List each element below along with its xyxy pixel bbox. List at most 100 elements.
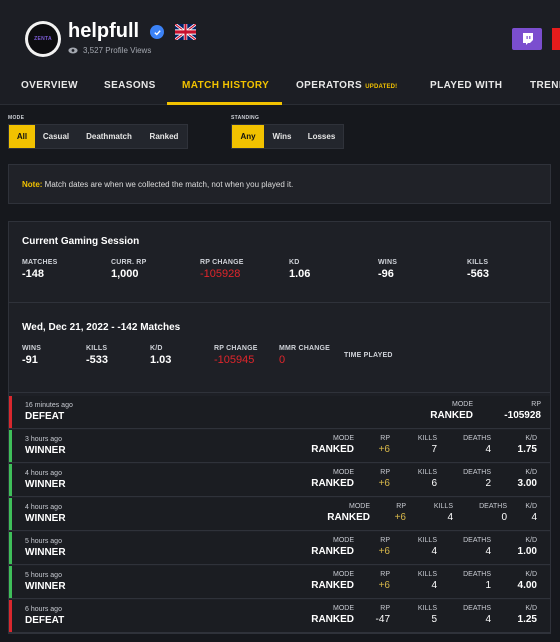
match-time: 5 hours ago [25,572,62,579]
match-row[interactable]: 16 minutes ago DEFEAT MODE RANKED RP -1059… [9,396,550,429]
mode-filter: All Casual Deathmatch Ranked [8,124,188,149]
match-row[interactable]: 4 hours ago WINNER MODE RANKED RP +6 KILLS… [9,498,550,531]
session-matches: MATCHES -148 [22,259,58,280]
active-tab-indicator [167,102,282,105]
stat-label: KD [289,259,300,266]
stat-label: RP CHANGE [200,259,244,266]
col-value: +6 [378,580,390,591]
match-result: DEFEAT [25,411,65,422]
tab-played-with[interactable]: PLAYED WITH [430,80,502,91]
col-label: DEATHS [463,605,491,612]
updated-badge: UPDATED! [365,84,398,90]
match-kd: K/D 1.00 [518,537,537,557]
mode-option-all[interactable]: All [9,125,35,148]
match-row[interactable]: 3 hours ago WINNER MODE RANKED RP +6 KILLS… [9,430,550,463]
tab-operators[interactable]: OPERATORS UPDATED! [296,80,397,91]
day-wins: WINS -91 [22,345,41,366]
result-stripe [9,430,12,462]
match-deaths: DEATHS 1 [463,571,491,591]
col-value: +6 [378,546,390,557]
match-time: 5 hours ago [25,538,62,545]
stat-value: 0 [279,354,286,366]
day-kd: K/D 1.03 [150,345,171,366]
match-kd: K/D 3.00 [518,469,537,489]
mode-filter-label: MODE [8,115,25,121]
stat-label: WINS [378,259,398,266]
social-button[interactable] [552,28,560,50]
col-value: 4 [531,512,537,523]
match-rp: RP +6 [379,571,390,591]
col-value: 6 [431,478,437,489]
match-rp: RP +6 [379,469,390,489]
standing-option-any[interactable]: Any [232,125,264,148]
avatar[interactable]: ZENTA [25,21,61,57]
col-value: RANKED [311,478,354,489]
tab-trends[interactable]: TRENDS [530,80,560,91]
session-wins: WINS -96 [378,259,397,280]
col-label: DEATHS [479,503,507,510]
tab-seasons[interactable]: SEASONS [104,80,156,91]
note-prefix: Note: [22,180,43,189]
col-label: DEATHS [463,537,491,544]
match-result: WINNER [25,513,66,524]
match-history-panel: Current Gaming Session MATCHES -148 CURR.… [8,221,551,634]
col-value: RANKED [327,512,370,523]
stat-value: -148 [22,268,45,280]
match-mode: MODE RANKED [311,469,354,489]
tab-match-history[interactable]: MATCH HISTORY [182,80,269,91]
result-stripe [9,464,12,496]
col-value: RANKED [311,580,354,591]
profile-header: ZENTA helpfull 3,527 Profile Views OVERV… [0,0,560,105]
session-rp-change: RP CHANGE -105928 [200,259,244,280]
col-value: 4 [431,580,437,591]
verified-badge-icon [150,25,164,39]
match-deaths: DEATHS 0 [479,503,507,523]
col-value: -47 [375,614,390,625]
col-label: MODE [333,571,354,578]
uk-flag-icon [175,24,196,40]
col-label: KILLS [433,503,453,510]
col-label: MODE [333,605,354,612]
mode-option-deathmatch[interactable]: Deathmatch [77,125,141,148]
col-label: KILLS [417,605,437,612]
match-row[interactable]: 6 hours ago DEFEAT MODE RANKED RP -47 KILL… [9,600,550,633]
match-kills: KILLS 6 [418,469,437,489]
match-row[interactable]: 5 hours ago WINNER MODE RANKED RP +6 KILLS… [9,532,550,565]
col-label: KILLS [417,469,437,476]
match-kd: K/D 4.00 [518,571,537,591]
note-banner: Note: Match dates are when we collected … [8,164,551,204]
divider [9,302,550,303]
result-stripe [9,532,12,564]
standing-option-losses[interactable]: Losses [300,125,343,148]
match-deaths: DEATHS 2 [463,469,491,489]
match-result: WINNER [25,479,66,490]
col-label: K/D [525,503,537,510]
match-row[interactable]: 4 hours ago WINNER MODE RANKED RP +6 KILLS… [9,464,550,497]
match-mode: MODE RANKED [311,537,354,557]
session-kd: KD 1.06 [289,259,310,280]
col-label: RP [380,605,390,612]
col-value: 4 [485,546,491,557]
match-deaths: DEATHS 4 [463,537,491,557]
col-label: KILLS [417,435,437,442]
match-row[interactable]: 5 hours ago WINNER MODE RANKED RP +6 KILLS… [9,566,550,599]
stat-value: -563 [467,268,490,280]
mode-option-ranked[interactable]: Ranked [141,125,187,148]
col-value: 4 [431,546,437,557]
tab-overview[interactable]: OVERVIEW [21,80,78,91]
result-stripe [9,396,12,428]
twitch-button[interactable] [512,28,542,50]
eye-icon [68,47,78,54]
col-label: RP [531,401,541,408]
stat-label: MMR CHANGE [279,345,330,352]
stat-label: WINS [22,345,42,352]
twitch-icon [522,33,533,45]
mode-option-casual[interactable]: Casual [35,125,77,148]
match-rp: RP +6 [379,537,390,557]
col-label: K/D [525,469,537,476]
match-result: WINNER [25,445,66,456]
col-value: 4.00 [517,580,537,591]
col-value: +6 [394,512,406,523]
session-curr-rp: CURR. RP 1,000 [111,259,146,280]
standing-option-wins[interactable]: Wins [264,125,300,148]
